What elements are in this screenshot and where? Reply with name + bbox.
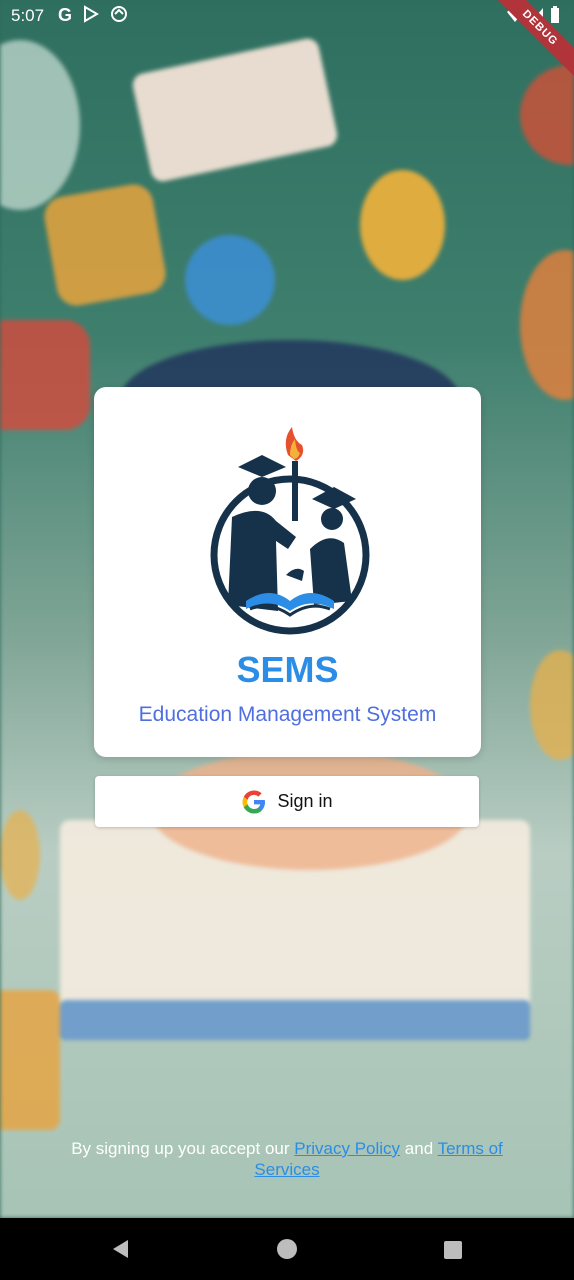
app-title: SEMS [236, 649, 339, 690]
play-store-icon [82, 5, 100, 28]
google-sign-in-button[interactable]: Sign in [95, 776, 479, 827]
google-icon: G [58, 5, 73, 25]
app-card: SEMS Education Management System [94, 387, 481, 757]
terms-middle: and [400, 1139, 438, 1158]
privacy-policy-link[interactable]: Privacy Policy [294, 1139, 400, 1158]
home-icon[interactable] [277, 1239, 297, 1259]
status-time: 5:07 [11, 6, 45, 25]
debug-ribbon-wrap: DEBUG [494, 0, 574, 80]
app-subtitle: Education Management System [138, 703, 437, 726]
graduation-logo-icon [210, 427, 370, 635]
terms-prefix: By signing up you accept our [71, 1139, 295, 1158]
debug-banner: DEBUG [494, 0, 574, 80]
sync-icon [110, 5, 128, 28]
status-bar: 5:07 G [0, 0, 574, 34]
sign-in-label: Sign in [277, 791, 333, 811]
google-g-icon [242, 790, 266, 813]
recents-icon[interactable] [444, 1241, 462, 1259]
notification-icons: G [58, 5, 128, 28]
back-icon[interactable] [110, 1238, 132, 1260]
terms-notice: By signing up you accept our Privacy Pol… [40, 1138, 534, 1180]
